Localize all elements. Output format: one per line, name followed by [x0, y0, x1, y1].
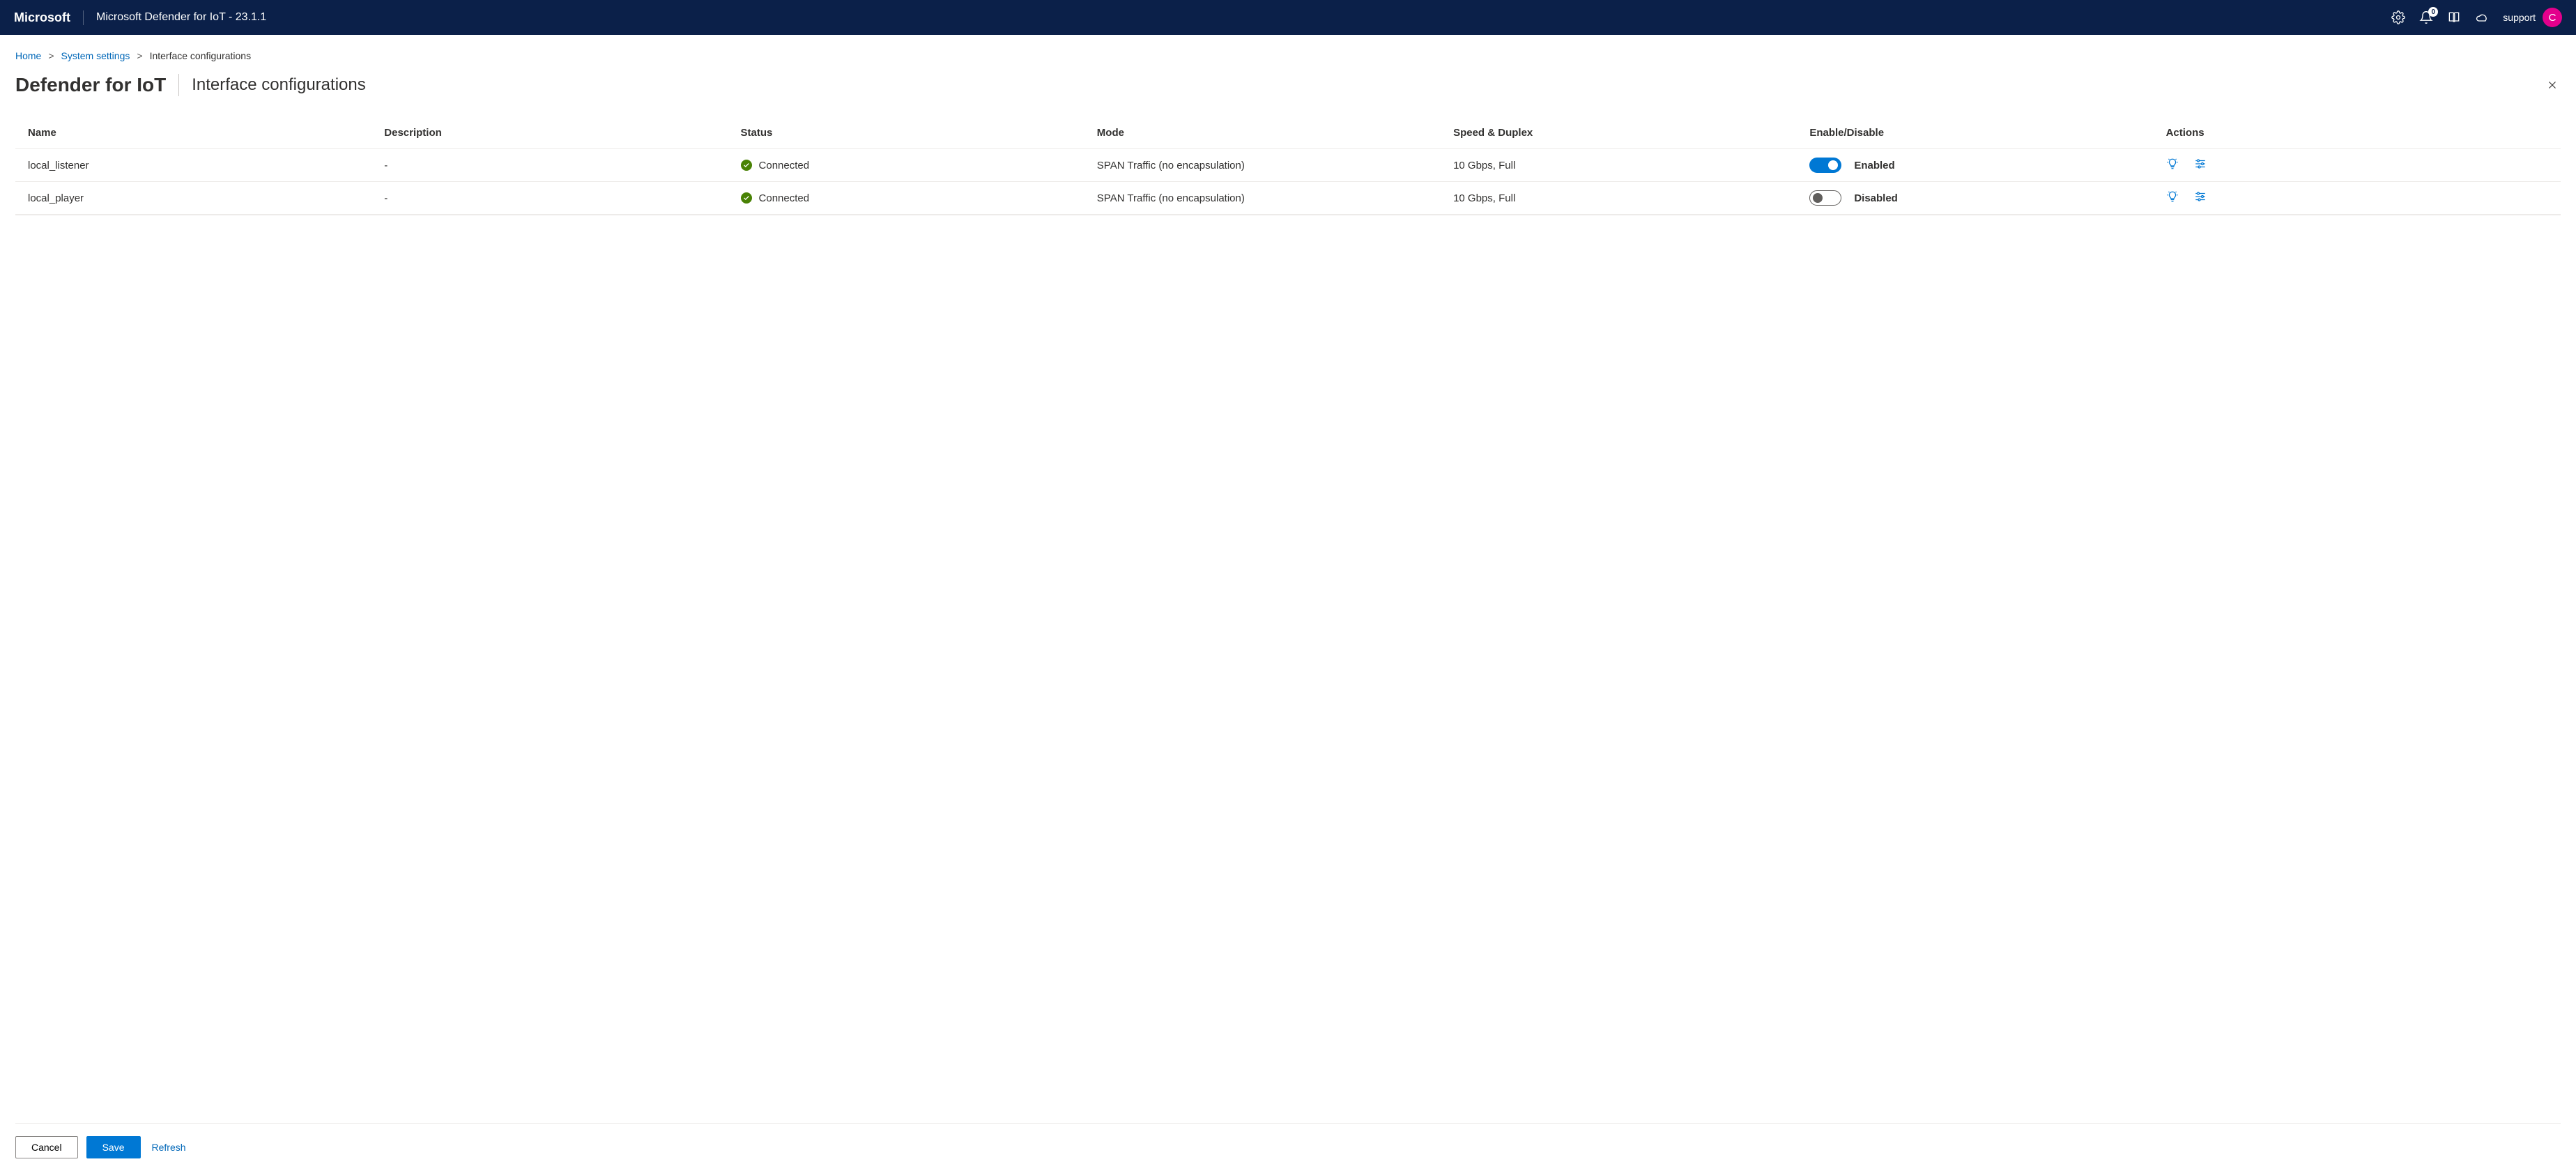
cell-speed: 10 Gbps, Full — [1441, 149, 1797, 182]
username-label: support — [2503, 12, 2536, 23]
breadcrumb-current: Interface configurations — [150, 50, 252, 61]
cell-name: local_player — [15, 182, 371, 215]
app-title: Microsoft Defender for IoT - 23.1.1 — [96, 11, 2391, 24]
interfaces-table: Name Description Status Mode Speed & Dup… — [15, 117, 2561, 215]
check-circle-icon — [741, 192, 752, 204]
bell-icon[interactable]: 0 — [2419, 10, 2433, 24]
brand-logo: Microsoft — [14, 10, 84, 25]
enable-label: Disabled — [1854, 192, 1898, 204]
cell-name: local_listener — [15, 149, 371, 182]
check-circle-icon — [741, 160, 752, 171]
col-header-mode[interactable]: Mode — [1084, 117, 1441, 149]
cell-status: Connected — [728, 182, 1084, 215]
page-subtitle: Interface configurations — [192, 75, 2544, 95]
enable-toggle[interactable] — [1809, 190, 1841, 206]
breadcrumb-home[interactable]: Home — [15, 50, 41, 61]
cell-description: - — [371, 149, 728, 182]
cell-speed: 10 Gbps, Full — [1441, 182, 1797, 215]
book-icon[interactable] — [2447, 10, 2461, 24]
top-bar: Microsoft Microsoft Defender for IoT - 2… — [0, 0, 2576, 35]
user-menu[interactable]: support C — [2503, 8, 2562, 27]
col-header-actions[interactable]: Actions — [2154, 117, 2561, 149]
breadcrumb-system-settings[interactable]: System settings — [61, 50, 130, 61]
footer-bar: Cancel Save Refresh — [15, 1124, 2561, 1171]
enable-toggle[interactable] — [1809, 158, 1841, 173]
blink-led-icon[interactable] — [2166, 158, 2179, 173]
avatar: C — [2543, 8, 2562, 27]
col-header-name[interactable]: Name — [15, 117, 371, 149]
notification-badge: 0 — [2428, 7, 2438, 17]
table-row[interactable]: local_player-ConnectedSPAN Traffic (no e… — [15, 182, 2561, 215]
cancel-button[interactable]: Cancel — [15, 1136, 78, 1158]
col-header-status[interactable]: Status — [728, 117, 1084, 149]
cell-enable: Enabled — [1797, 149, 2153, 182]
cell-enable: Disabled — [1797, 182, 2153, 215]
cell-description: - — [371, 182, 728, 215]
save-button[interactable]: Save — [86, 1136, 141, 1158]
cell-actions — [2154, 182, 2561, 215]
settings-icon[interactable] — [2194, 158, 2207, 173]
table-row[interactable]: local_listener-ConnectedSPAN Traffic (no… — [15, 149, 2561, 182]
col-header-description[interactable]: Description — [371, 117, 728, 149]
col-header-enable[interactable]: Enable/Disable — [1797, 117, 2153, 149]
enable-label: Enabled — [1854, 160, 1894, 171]
col-header-speed[interactable]: Speed & Duplex — [1441, 117, 1797, 149]
cell-mode: SPAN Traffic (no encapsulation) — [1084, 182, 1441, 215]
cell-status: Connected — [728, 149, 1084, 182]
close-icon[interactable] — [2544, 77, 2561, 93]
blink-led-icon[interactable] — [2166, 190, 2179, 206]
breadcrumb: Home > System settings > Interface confi… — [15, 50, 2561, 61]
cell-actions — [2154, 149, 2561, 182]
gear-icon[interactable] — [2391, 10, 2405, 24]
refresh-link[interactable]: Refresh — [152, 1142, 186, 1153]
cloud-icon[interactable] — [2475, 10, 2489, 24]
cell-mode: SPAN Traffic (no encapsulation) — [1084, 149, 1441, 182]
page-title: Defender for IoT — [15, 74, 179, 96]
settings-icon[interactable] — [2194, 190, 2207, 206]
